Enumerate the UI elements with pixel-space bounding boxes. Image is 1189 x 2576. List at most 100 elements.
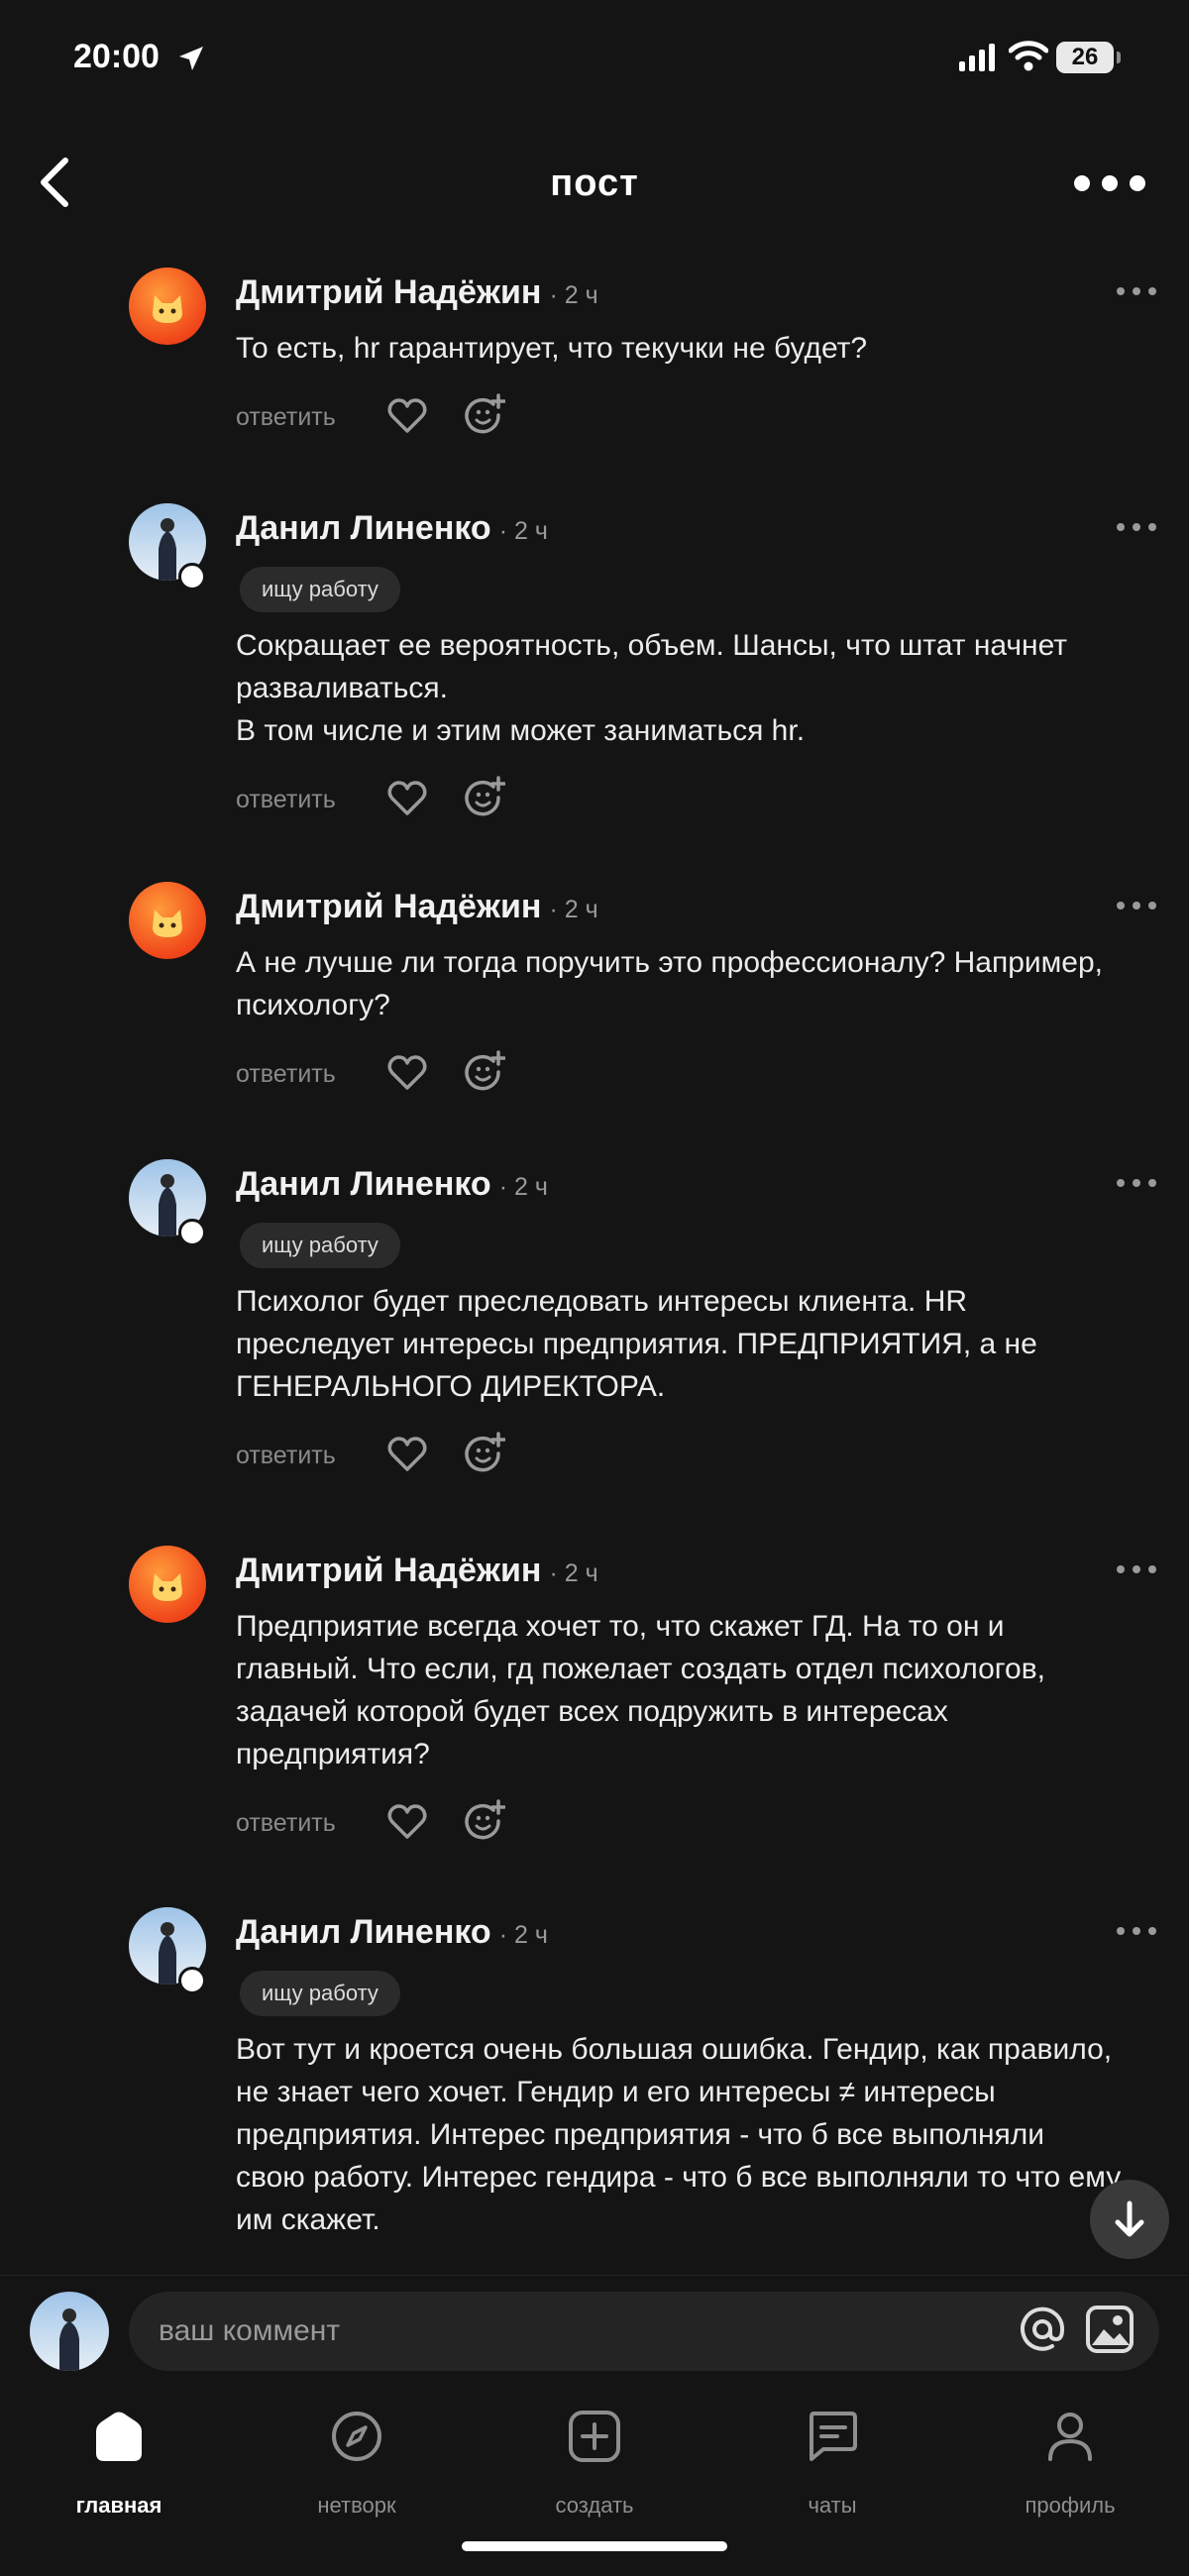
comment-author-line: Данил Линенко · 2 ч — [236, 1165, 548, 1204]
my-avatar — [30, 2292, 109, 2371]
comment-author-line: Данил Линенко · 2 ч — [236, 1913, 548, 1952]
arrow-down-icon — [1115, 2200, 1144, 2237]
comment-author-line: Дмитрий Надёжин · 2 ч — [236, 273, 598, 312]
comment-time: · 2 ч — [498, 1173, 548, 1201]
comment-more-icon[interactable] — [1114, 1559, 1159, 1579]
add-reaction-icon[interactable] — [464, 393, 505, 435]
reply-button[interactable]: ответить — [236, 1809, 336, 1838]
comment-time: · 2 ч — [498, 1921, 548, 1949]
heart-icon[interactable] — [386, 1054, 428, 1092]
cat-avatar[interactable] — [129, 268, 206, 345]
add-reaction-icon[interactable] — [464, 776, 505, 817]
tab-network[interactable]: нетворк — [258, 2410, 456, 2519]
comment-text-line: психологу? — [236, 989, 390, 1021]
comment-time: · 2 ч — [549, 1559, 598, 1587]
author-status-tag: ищу работу — [240, 1223, 400, 1268]
location-arrow-icon — [179, 47, 203, 70]
add-reaction-icon[interactable] — [464, 1799, 505, 1841]
comment-text-line: То есть, hr гарантирует, что текучки не … — [236, 332, 868, 365]
more-options-icon[interactable] — [1070, 168, 1149, 198]
comment-author[interactable]: Данил Линенко — [236, 1913, 491, 1951]
heart-icon[interactable] — [386, 1436, 428, 1473]
comment-text-line: предприятия? — [236, 1738, 430, 1771]
wifi-icon — [1009, 41, 1048, 71]
status-badge — [178, 563, 206, 590]
comment-author[interactable]: Данил Линенко — [236, 509, 491, 547]
comment-text: Предприятие всегда хочет то, что скажет … — [236, 1605, 1128, 1775]
comment-author[interactable]: Данил Линенко — [236, 1165, 491, 1203]
cellular-signal-icon — [959, 44, 995, 71]
comment-more-icon[interactable] — [1114, 1173, 1159, 1193]
mention-icon[interactable] — [1017, 2304, 1068, 2355]
heart-icon[interactable] — [386, 780, 428, 817]
reply-button[interactable]: ответить — [236, 1060, 336, 1089]
comment-text-line: ГЕНЕРАЛЬНОГО ДИРЕКТОРА. — [236, 1370, 666, 1403]
profile-icon — [1048, 2413, 1092, 2461]
comment-text-line: Сокращает ее вероятность, объем. Шансы, … — [236, 629, 1068, 662]
comment-author[interactable]: Дмитрий Надёжин — [236, 888, 541, 925]
home-indicator — [462, 2541, 727, 2551]
battery-level: 26 — [1071, 44, 1099, 70]
tab-label: создать — [555, 2493, 634, 2518]
comment-text-line: предприятия. Интерес предприятия - что б… — [236, 2118, 1045, 2151]
status-badge — [178, 1219, 206, 1246]
comment-author-line: Данил Линенко · 2 ч — [236, 509, 548, 548]
tab-label: главная — [75, 2493, 162, 2518]
comment-text-line: главный. Что если, гд пожелает создать о… — [236, 1653, 1046, 1685]
tab-profile[interactable]: профиль — [971, 2410, 1169, 2519]
reply-button[interactable]: ответить — [236, 403, 336, 432]
comment-composer — [0, 2275, 1189, 2383]
comment-text-line: Психолог будет преследовать интересы кли… — [236, 1285, 968, 1318]
comment-time: · 2 ч — [498, 517, 548, 545]
tab-home[interactable]: главная — [20, 2410, 218, 2519]
author-status-tag: ищу работу — [240, 1971, 400, 2016]
comment-more-icon[interactable] — [1114, 281, 1159, 301]
comment-author[interactable]: Дмитрий Надёжин — [236, 273, 541, 311]
tab-create[interactable]: создать — [495, 2410, 694, 2519]
scroll-down-button[interactable] — [1090, 2180, 1169, 2259]
comment-more-icon[interactable] — [1114, 896, 1159, 915]
cat-avatar[interactable] — [129, 1546, 206, 1623]
comment-text: Вот тут и кроется очень большая ошибка. … — [236, 2028, 1128, 2239]
comment-author-line: Дмитрий Надёжин · 2 ч — [236, 888, 598, 926]
plus-square-icon — [569, 2411, 620, 2462]
compass-icon — [332, 2412, 381, 2461]
comment-author-line: Дмитрий Надёжин · 2 ч — [236, 1552, 598, 1590]
heart-icon[interactable] — [386, 1803, 428, 1841]
add-reaction-icon[interactable] — [464, 1050, 505, 1092]
battery-indicator: 26 — [1056, 42, 1121, 73]
cat-avatar[interactable] — [129, 882, 206, 959]
image-attach-icon[interactable] — [1084, 2304, 1135, 2355]
comment-more-icon[interactable] — [1114, 517, 1159, 537]
comment-text: То есть, hr гарантирует, что текучки не … — [236, 327, 1128, 370]
comment-text-line: А не лучше ли тогда поручить это професс… — [236, 946, 1103, 979]
status-badge — [178, 1967, 206, 1994]
status-time: 20:00 — [73, 38, 160, 75]
author-status-tag: ищу работу — [240, 567, 400, 612]
comment-text: Психолог будет преследовать интересы кли… — [236, 1280, 1128, 1408]
comment-text-line: им скажет. — [236, 2203, 380, 2236]
comment-text-line: преследует интересы предприятия. ПРЕДПРИ… — [236, 1328, 1037, 1360]
comment-time: · 2 ч — [549, 896, 598, 923]
comment-text: Сокращает ее вероятность, объем. Шансы, … — [236, 624, 1128, 752]
comment-text-line: Предприятие всегда хочет то, что скажет … — [236, 1610, 1005, 1643]
home-icon — [96, 2412, 142, 2461]
chat-icon — [810, 2412, 857, 2461]
reply-button[interactable]: ответить — [236, 1442, 336, 1470]
comment-author[interactable]: Дмитрий Надёжин — [236, 1552, 541, 1589]
reply-button[interactable]: ответить — [236, 786, 336, 814]
tab-label: чаты — [808, 2493, 857, 2518]
comment-text-line: задачей которой будет всех подружить в и… — [236, 1695, 948, 1728]
tab-label: нетворк — [317, 2493, 396, 2518]
comment-thread: Дмитрий Надёжин · 2 ч То есть, hr гарантир… — [0, 248, 1189, 2239]
comment-more-icon[interactable] — [1114, 1921, 1159, 1941]
comment-time: · 2 ч — [549, 281, 598, 309]
comment-text-line: свою работу. Интерес гендира - что б все… — [236, 2161, 1122, 2194]
comment-text: А не лучше ли тогда поручить это професс… — [236, 941, 1128, 1026]
page-title: пост — [550, 162, 639, 204]
heart-icon[interactable] — [386, 397, 428, 435]
comment-input[interactable] — [129, 2292, 1159, 2371]
add-reaction-icon[interactable] — [464, 1432, 505, 1473]
tab-chats[interactable]: чаты — [733, 2410, 931, 2519]
status-bar: 20:00 26 — [0, 0, 1189, 119]
